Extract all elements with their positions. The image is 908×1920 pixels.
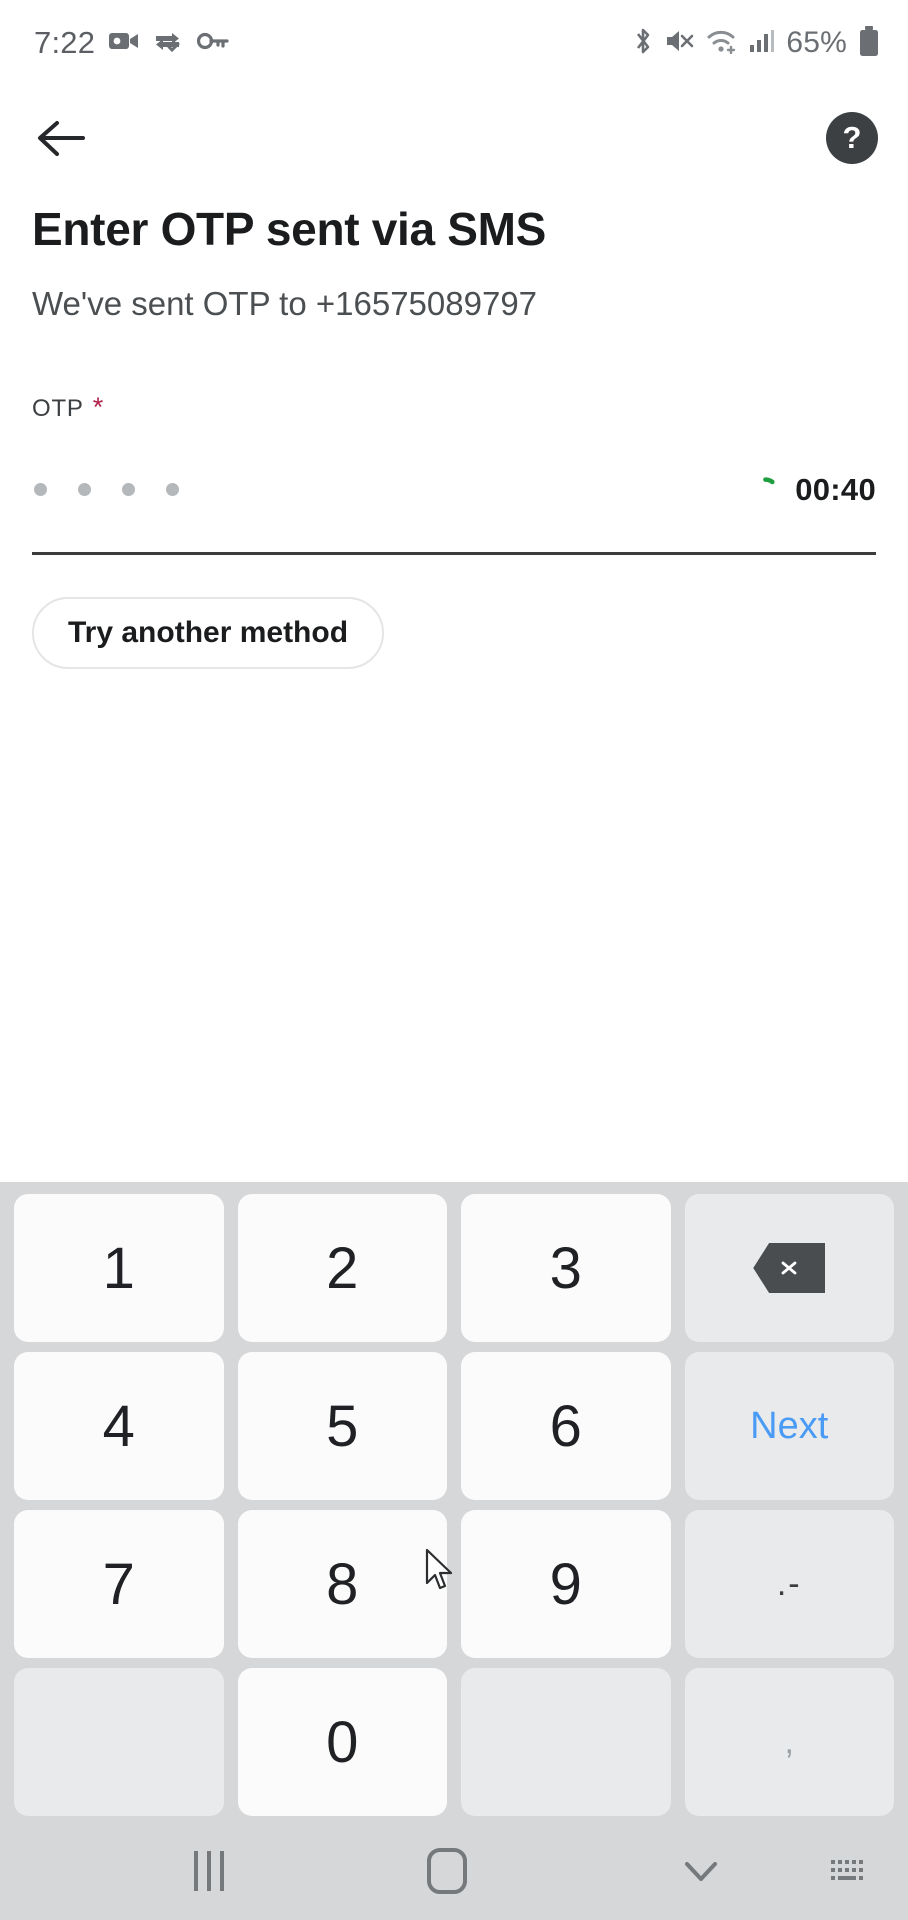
video-camera-icon bbox=[109, 28, 139, 59]
page-title: Enter OTP sent via SMS bbox=[32, 203, 547, 255]
backspace-icon bbox=[753, 1243, 826, 1293]
recents-icon bbox=[193, 1851, 224, 1891]
key-label: 2 bbox=[326, 1235, 359, 1301]
key-4[interactable]: 4 bbox=[14, 1352, 224, 1500]
key-0[interactable]: 0 bbox=[237, 1668, 447, 1816]
key-5[interactable]: 5 bbox=[237, 1352, 447, 1500]
key-next[interactable]: Next bbox=[684, 1352, 894, 1500]
key-label: 5 bbox=[326, 1393, 359, 1459]
key-label: Next bbox=[750, 1404, 829, 1447]
phone-screen: 7:22 65% ? Enter OTP sent via SMS We've … bbox=[0, 0, 908, 1920]
key-backspace[interactable] bbox=[684, 1194, 894, 1342]
back-arrow-icon bbox=[38, 121, 85, 156]
otp-input-underline bbox=[32, 551, 876, 555]
recents-button[interactable] bbox=[120, 1851, 298, 1891]
status-clock: 7:22 bbox=[34, 25, 96, 60]
key-label: 8 bbox=[326, 1551, 359, 1617]
timer-value: 00:40 bbox=[795, 471, 876, 507]
back-button[interactable] bbox=[32, 109, 90, 167]
key-1[interactable]: 1 bbox=[14, 1194, 224, 1342]
key-3[interactable]: 3 bbox=[461, 1194, 671, 1342]
app-bar: ? bbox=[0, 86, 908, 190]
otp-field-label: OTP * bbox=[32, 391, 876, 423]
otp-timer: 00:40 bbox=[753, 472, 876, 508]
hide-keyboard-button[interactable] bbox=[622, 1856, 780, 1886]
otp-dot bbox=[122, 483, 135, 497]
keyboard-row: 1 2 3 bbox=[14, 1194, 894, 1342]
otp-dot bbox=[78, 483, 91, 497]
chevron-down-icon bbox=[684, 1862, 717, 1881]
key-2[interactable]: 2 bbox=[237, 1194, 447, 1342]
help-button[interactable]: ? bbox=[826, 112, 878, 164]
mute-icon bbox=[665, 27, 695, 60]
battery-icon bbox=[858, 25, 880, 62]
home-button[interactable] bbox=[358, 1848, 536, 1894]
key-8[interactable]: 8 bbox=[237, 1510, 447, 1658]
home-icon bbox=[426, 1848, 467, 1894]
otp-input-row[interactable]: 00:40 bbox=[32, 461, 876, 519]
page-subtitle: We've sent OTP to +16575089797 bbox=[32, 284, 538, 322]
key-label: 7 bbox=[102, 1551, 135, 1617]
data-saver-icon bbox=[153, 28, 183, 59]
required-asterisk: * bbox=[92, 391, 105, 422]
key-comma[interactable]: , bbox=[684, 1668, 894, 1816]
otp-dot bbox=[166, 483, 179, 497]
vpn-key-icon bbox=[197, 30, 229, 57]
key-label: 0 bbox=[326, 1709, 359, 1775]
otp-placeholder-dots[interactable] bbox=[32, 483, 179, 497]
system-navigation-bar bbox=[0, 1822, 908, 1920]
key-punctuation[interactable]: .- bbox=[684, 1510, 894, 1658]
otp-dot bbox=[34, 483, 47, 497]
status-bar-left: 7:22 bbox=[34, 25, 229, 61]
key-7[interactable]: 7 bbox=[14, 1510, 224, 1658]
loading-spinner-icon bbox=[753, 477, 779, 503]
status-bar: 7:22 65% bbox=[0, 0, 908, 86]
key-9[interactable]: 9 bbox=[461, 1510, 671, 1658]
key-label: 6 bbox=[549, 1393, 582, 1459]
key-label: .- bbox=[776, 1564, 802, 1603]
try-another-method-label: Try another method bbox=[68, 615, 349, 649]
keyboard-switch-button[interactable] bbox=[790, 1856, 908, 1886]
key-label: 1 bbox=[102, 1235, 135, 1301]
main-content: Enter OTP sent via SMS We've sent OTP to… bbox=[0, 190, 908, 669]
try-another-method-button[interactable]: Try another method bbox=[32, 596, 385, 669]
bluetooth-icon bbox=[632, 26, 654, 61]
key-blank-left[interactable] bbox=[14, 1668, 224, 1816]
wifi-icon bbox=[706, 28, 738, 59]
status-bar-right: 65% bbox=[632, 25, 880, 62]
key-blank-right[interactable] bbox=[461, 1668, 671, 1816]
cellular-signal-icon bbox=[749, 28, 775, 59]
key-label: 3 bbox=[549, 1235, 582, 1301]
keyboard-row: 4 5 6 Next bbox=[14, 1352, 894, 1500]
help-icon: ? bbox=[842, 120, 862, 155]
battery-percent-label: 65% bbox=[786, 26, 847, 59]
key-label: 9 bbox=[549, 1551, 582, 1617]
mouse-cursor bbox=[424, 1548, 460, 1594]
keyboard-icon bbox=[830, 1860, 863, 1880]
otp-label-text: OTP bbox=[32, 394, 84, 422]
key-6[interactable]: 6 bbox=[461, 1352, 671, 1500]
key-label: 4 bbox=[102, 1393, 135, 1459]
key-label: , bbox=[784, 1722, 794, 1761]
keyboard-row: 0 , bbox=[14, 1668, 894, 1816]
numeric-keyboard: 1 2 3 4 5 6 Next 7 8 9 .- 0 , bbox=[0, 1182, 908, 1822]
